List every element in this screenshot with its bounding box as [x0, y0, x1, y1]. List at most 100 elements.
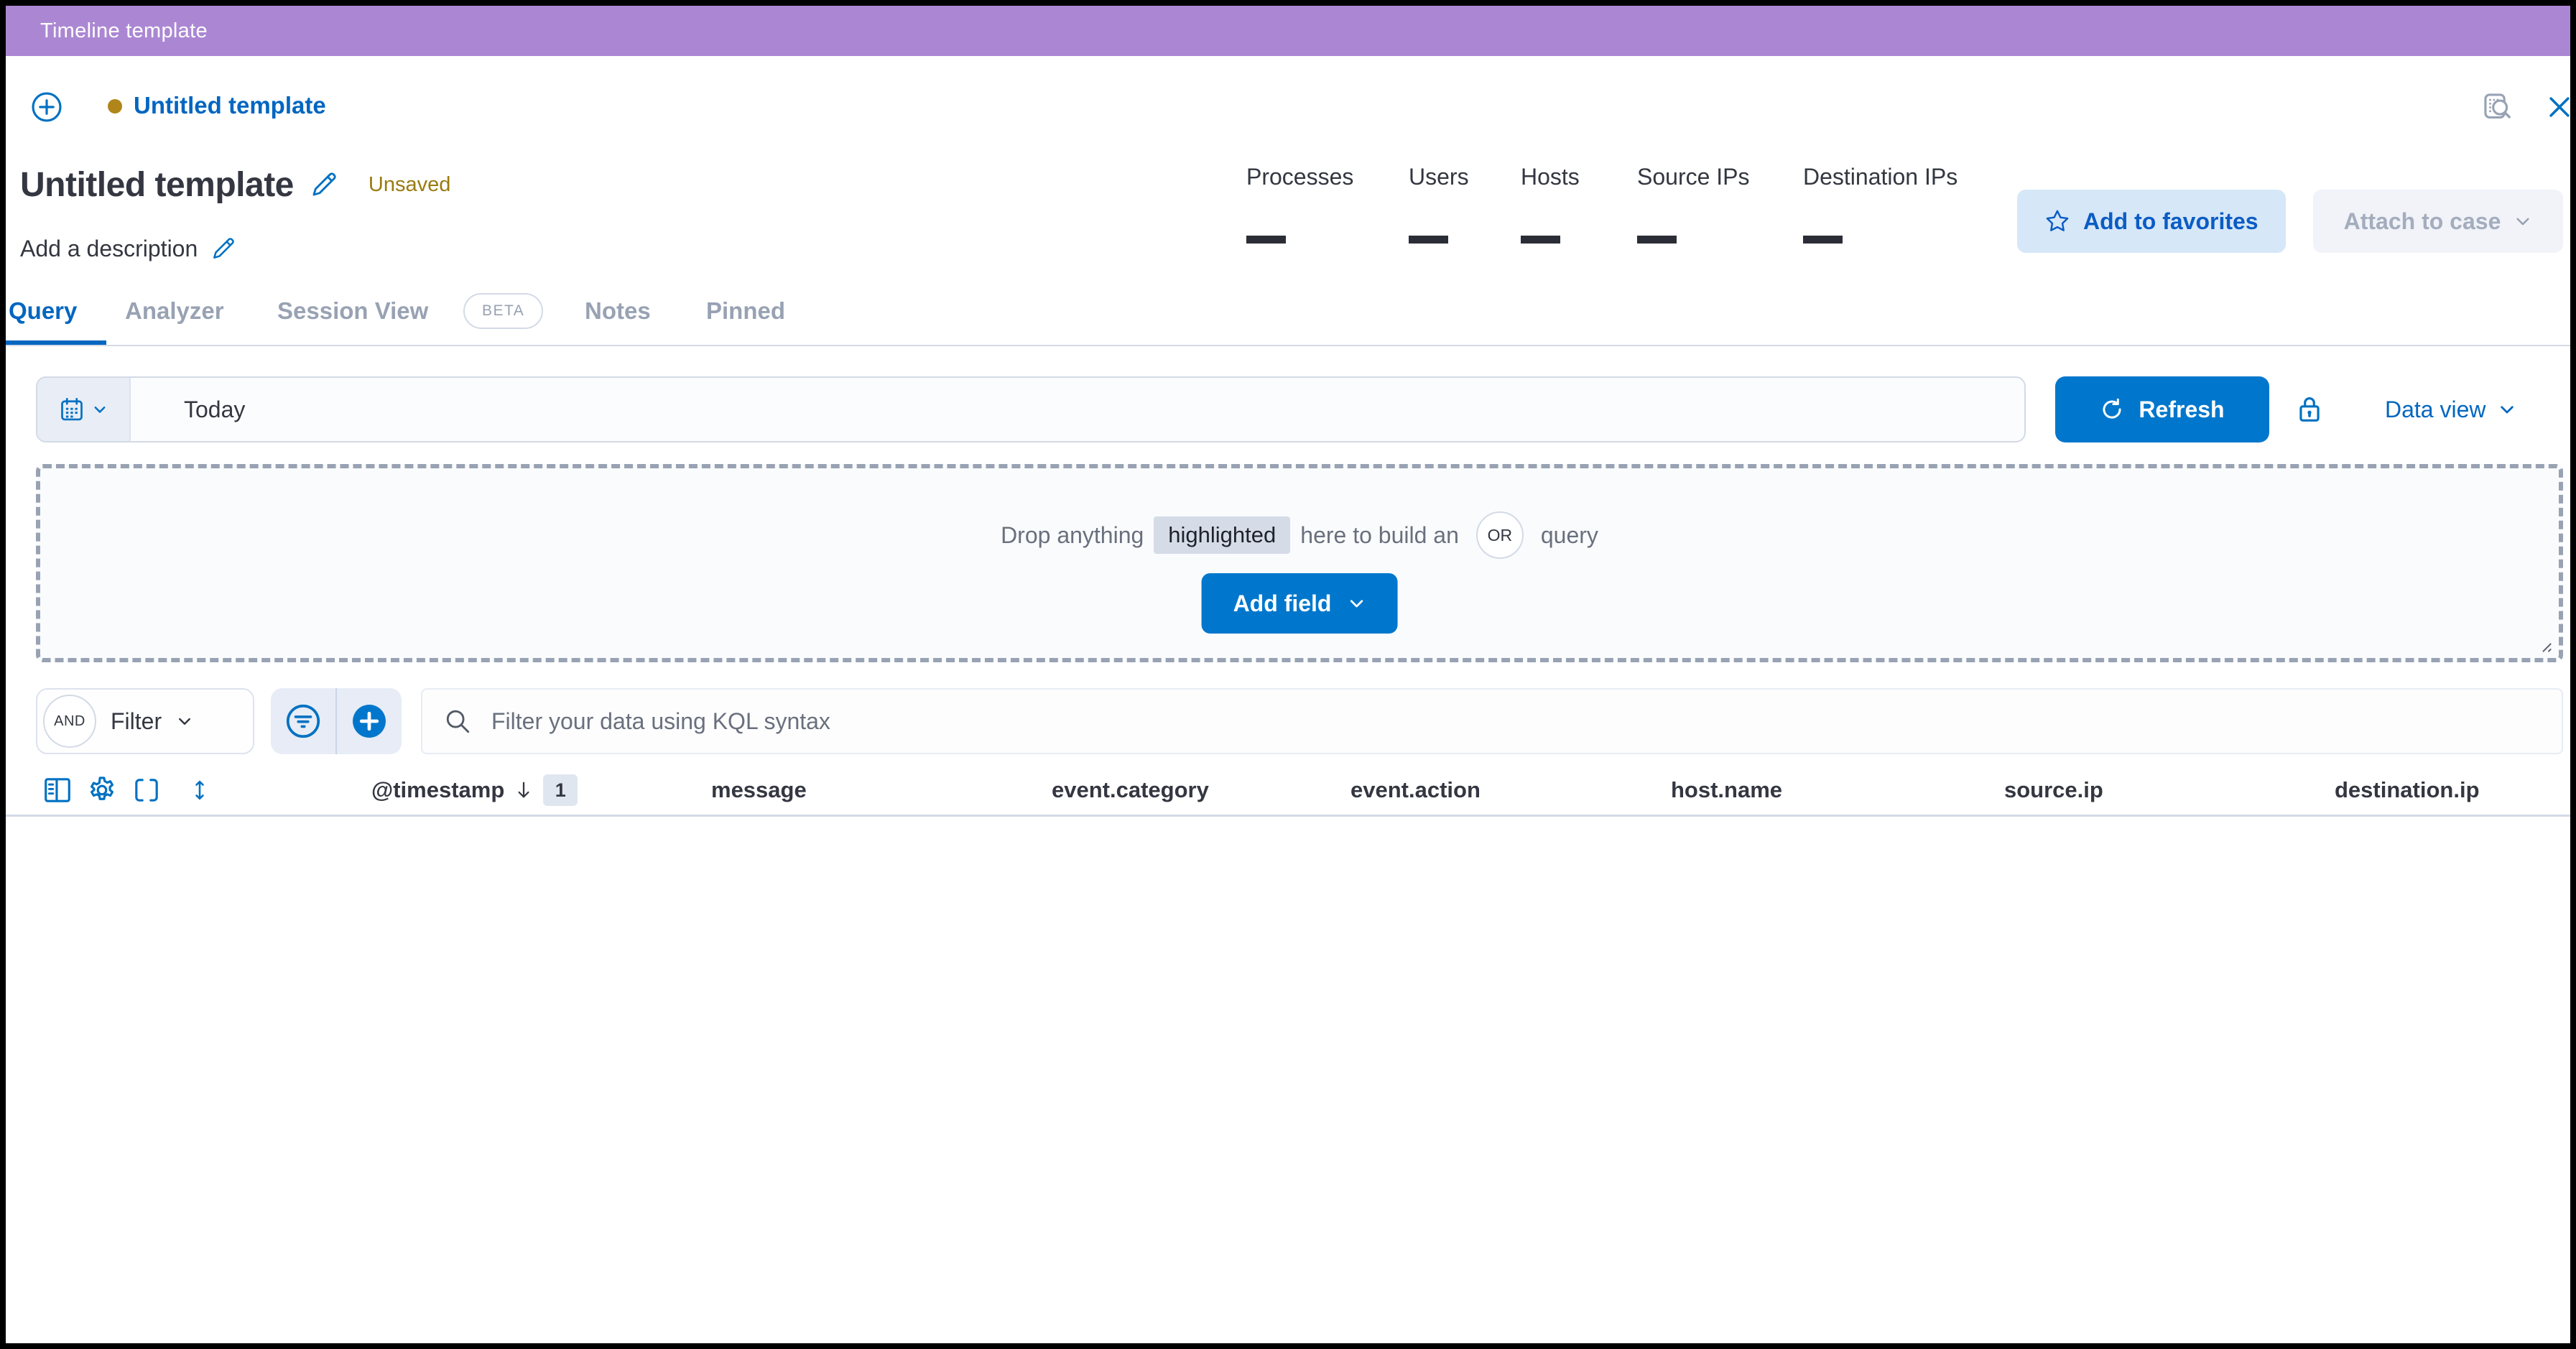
column-header-host-name[interactable]: host.name [1671, 774, 1782, 806]
window-titlebar: Timeline template [6, 6, 2570, 56]
kql-search-input[interactable] [490, 708, 2540, 736]
add-filter-button[interactable] [337, 688, 402, 754]
data-view-selector[interactable]: Data view [2385, 376, 2516, 442]
title-row: Untitled template Unsaved [20, 165, 450, 205]
tab-pinned[interactable]: Pinned [706, 297, 785, 325]
filter-actions-group [271, 688, 402, 754]
resize-handle-icon [2531, 632, 2553, 654]
filter-label: Filter [111, 708, 162, 735]
stat-loading-dash [1803, 236, 1843, 244]
stat-loading-dash [1637, 236, 1677, 244]
sort-order-badge: 1 [543, 774, 578, 806]
tab-analyzer[interactable]: Analyzer [125, 297, 224, 325]
attach-to-case-button[interactable]: Attach to case [2313, 190, 2563, 253]
column-header-event-action[interactable]: event.action [1350, 774, 1481, 806]
refresh-icon [2100, 397, 2124, 422]
stat-label: Hosts [1521, 162, 1580, 191]
chevron-down-icon [2498, 400, 2516, 419]
stat-loading-dash [1521, 236, 1560, 244]
data-view-label: Data view [2385, 397, 2486, 423]
table-settings-button[interactable] [86, 774, 118, 806]
window-title: Timeline template [40, 19, 208, 43]
edit-title-button[interactable] [310, 172, 337, 199]
chevron-down-icon [176, 713, 193, 730]
inspect-icon [2483, 92, 2513, 122]
new-timeline-button[interactable] [30, 91, 63, 124]
arrow-down-icon [513, 779, 534, 801]
resize-handle[interactable] [2531, 632, 2553, 654]
plus-circle-icon [30, 91, 63, 124]
stat-loading-dash [1246, 236, 1286, 244]
search-icon [444, 708, 471, 735]
drop-zone-hint: Drop anything highlighted here to build … [40, 511, 2559, 559]
add-to-favorites-button[interactable]: Add to favorites [2017, 190, 2286, 253]
stat-label: Destination IPs [1803, 162, 1958, 191]
attach-to-case-label: Attach to case [2344, 208, 2501, 235]
tabs-divider [6, 345, 2570, 346]
drop-hint-suffix: query [1541, 522, 1598, 549]
add-field-button[interactable]: Add field [1202, 573, 1398, 634]
table-header-divider [6, 815, 2570, 817]
kql-search-bar [421, 688, 2563, 754]
beta-badge: BETA [463, 293, 543, 329]
filter-set-button[interactable] [271, 688, 337, 754]
pencil-icon [310, 172, 337, 199]
gear-icon [87, 775, 117, 805]
drop-hint-middle: here to build an [1300, 522, 1459, 549]
columns-panel-icon [42, 775, 73, 805]
page-title: Untitled template [20, 165, 294, 205]
close-icon [2546, 93, 2573, 121]
plus-circle-filled-icon [350, 702, 389, 741]
timeline-content: Untitled template Untitled template Unsa… [6, 56, 2570, 1343]
close-button[interactable] [2546, 93, 2573, 121]
drop-hint-prefix: Drop anything [1001, 522, 1144, 549]
filter-circle-icon [284, 702, 323, 741]
filter-conjunction-dropdown[interactable]: AND Filter [36, 688, 254, 754]
lock-icon [2294, 394, 2325, 424]
chevron-down-icon [92, 402, 108, 417]
inspect-button[interactable] [2483, 92, 2513, 122]
row-height-button[interactable] [187, 774, 213, 806]
stat-label: Users [1409, 162, 1469, 191]
timeline-template-window: Timeline template Untitled template Unti… [0, 0, 2576, 1349]
stat-processes: Processes [1246, 162, 1353, 244]
stat-label: Source IPs [1637, 162, 1750, 191]
column-header-source-ip[interactable]: source.ip [2004, 774, 2103, 806]
refresh-button[interactable]: Refresh [2055, 376, 2269, 442]
conjunction-badge: AND [43, 695, 96, 748]
manage-columns-button[interactable] [42, 774, 73, 806]
pencil-icon [210, 237, 235, 261]
timeline-template-link[interactable]: Untitled template [134, 92, 326, 119]
calendar-icon [59, 397, 85, 422]
date-range-picker: Today [36, 376, 2026, 442]
stat-users: Users [1409, 162, 1469, 244]
stat-loading-dash [1409, 236, 1448, 244]
status-badge: Unsaved [369, 173, 450, 197]
tab-notes[interactable]: Notes [585, 297, 651, 325]
unsaved-status-dot [108, 99, 122, 113]
stat-destination-ips: Destination IPs [1803, 162, 1958, 244]
description-placeholder: Add a description [20, 236, 198, 262]
stat-label: Processes [1246, 162, 1353, 191]
date-range-value[interactable]: Today [131, 378, 245, 441]
column-header-message[interactable]: message [711, 774, 807, 806]
description-row: Add a description [20, 236, 235, 262]
highlighted-chip: highlighted [1154, 516, 1290, 554]
column-header-timestamp[interactable]: @timestamp 1 [371, 774, 578, 806]
add-to-favorites-label: Add to favorites [2083, 208, 2258, 235]
lock-button[interactable] [2294, 394, 2325, 424]
up-down-arrow-icon [187, 778, 212, 802]
fullscreen-icon [131, 775, 162, 805]
chevron-down-icon [2514, 212, 2532, 231]
tab-session-view[interactable]: Session View [277, 297, 428, 325]
refresh-label: Refresh [2139, 397, 2224, 423]
edit-description-button[interactable] [210, 237, 235, 261]
stat-hosts: Hosts [1521, 162, 1580, 244]
tab-query[interactable]: Query [9, 297, 77, 325]
quick-select-button[interactable] [37, 378, 131, 441]
chevron-down-icon [1347, 594, 1366, 613]
column-header-destination-ip[interactable]: destination.ip [2335, 774, 2480, 806]
fullscreen-button[interactable] [131, 774, 162, 806]
column-header-event-category[interactable]: event.category [1052, 774, 1209, 806]
query-drop-zone[interactable]: Drop anything highlighted here to build … [36, 464, 2563, 662]
